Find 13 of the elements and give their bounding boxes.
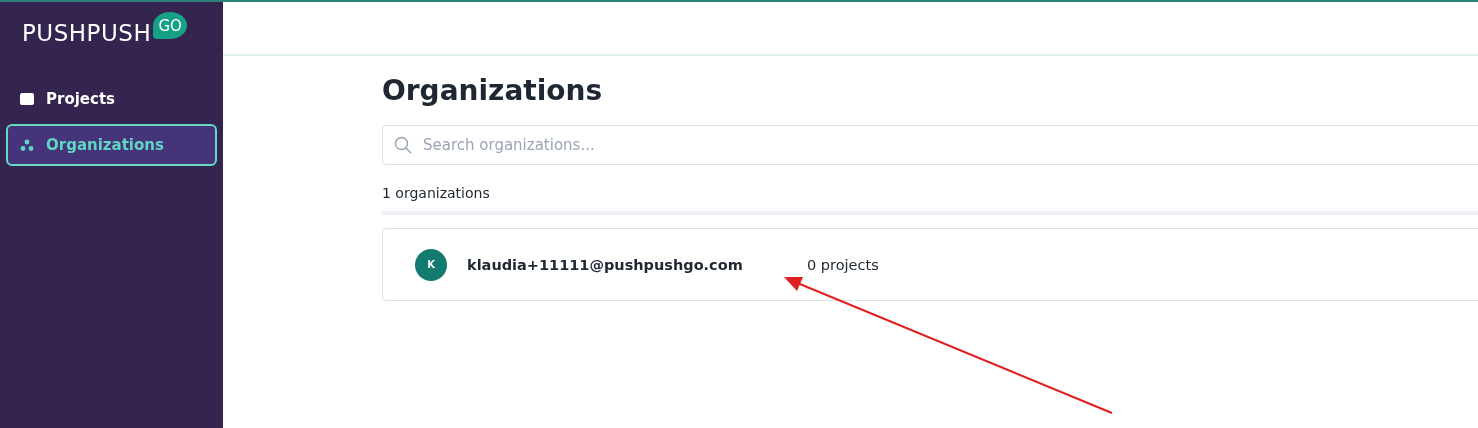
search-field[interactable]: Search organizations... — [382, 125, 1478, 165]
dots-icon — [20, 139, 34, 151]
project-count: 0 projects — [807, 256, 879, 273]
sidebar-item[interactable]: Organizations — [6, 124, 217, 166]
organization-count: 1 organizations — [382, 185, 491, 201]
organization-row[interactable]: K klaudia+11111@pushpushgo.com 0 projects — [382, 228, 1478, 301]
organization-name: klaudia+11111@pushpushgo.com — [467, 256, 744, 273]
avatar: K — [415, 248, 447, 281]
page-title: Organizations — [382, 74, 604, 107]
sidebar-item[interactable]: Projects — [6, 78, 217, 120]
logo-text: PUSHPUSH — [22, 20, 152, 46]
window-icon — [20, 93, 34, 105]
logo-badge: GO — [153, 12, 188, 39]
